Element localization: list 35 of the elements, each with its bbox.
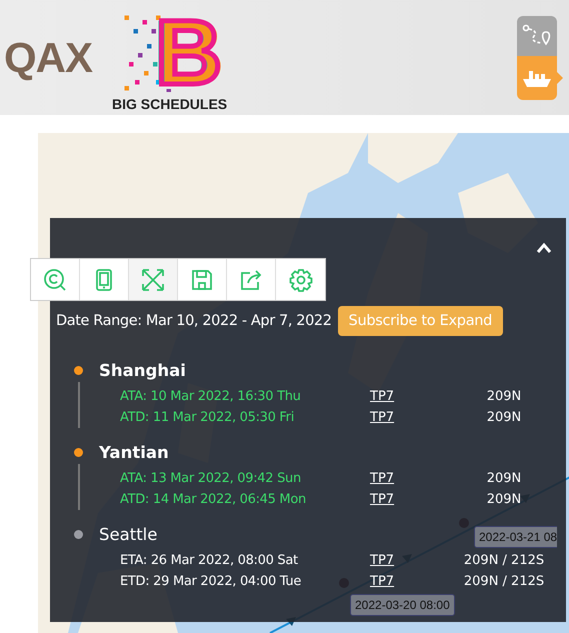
port-name: Shanghai <box>99 360 186 380</box>
route-view-button[interactable] <box>517 16 557 56</box>
event-time: ETA: 26 Mar 2022, 08:00 Sat <box>120 553 299 568</box>
event-time: ATA: 10 Mar 2022, 16:30 Thu <box>120 389 302 404</box>
port-name: Seattle <box>99 524 158 544</box>
event-time: ATD: 14 Mar 2022, 06:45 Mon <box>120 492 307 507</box>
vessel-link[interactable]: TP7 <box>370 410 394 425</box>
vessel-link[interactable]: TP7 <box>370 471 394 486</box>
vessel-link[interactable]: TP7 <box>370 389 394 404</box>
event-time: ETD: 29 Mar 2022, 04:00 Tue <box>120 574 302 589</box>
vessel-link[interactable]: TP7 <box>370 574 394 589</box>
vessel-link[interactable]: TP7 <box>370 553 394 568</box>
date-range: Date Range: Mar 10, 2022 - Apr 7, 2022 <box>56 313 332 329</box>
brand-logo: B <box>155 12 222 94</box>
voyage-number: 209N / 212S <box>464 553 544 568</box>
company-logo: QAX <box>4 34 92 82</box>
collapse-chevron-icon[interactable] <box>536 242 552 254</box>
voyage-number: 209N <box>486 471 522 486</box>
route-date-label: 2022-03-21 08 <box>474 526 558 548</box>
expand-icon <box>140 266 166 292</box>
voyage-number: 209N <box>486 389 522 404</box>
voyage-number: 209N / 212S <box>464 574 544 589</box>
pointer-arrow-icon <box>557 72 563 84</box>
ship-view-button[interactable] <box>517 56 557 100</box>
expand-button[interactable] <box>129 259 178 300</box>
port-name: Yantian <box>99 442 169 462</box>
event-time: ATD: 11 Mar 2022, 05:30 Fri <box>120 410 296 425</box>
brand-name: BIG SCHEDULES <box>112 96 228 112</box>
settings-icon <box>288 266 314 292</box>
event-time: ATA: 13 Mar 2022, 09:42 Sun <box>120 471 302 486</box>
search-icon <box>42 266 68 292</box>
route-date-label: 2022-03-20 08:00 <box>350 594 455 616</box>
vessel-link[interactable]: TP7 <box>370 492 394 507</box>
voyage-number: 209N <box>486 492 522 507</box>
voyage-number: 209N <box>486 410 522 425</box>
